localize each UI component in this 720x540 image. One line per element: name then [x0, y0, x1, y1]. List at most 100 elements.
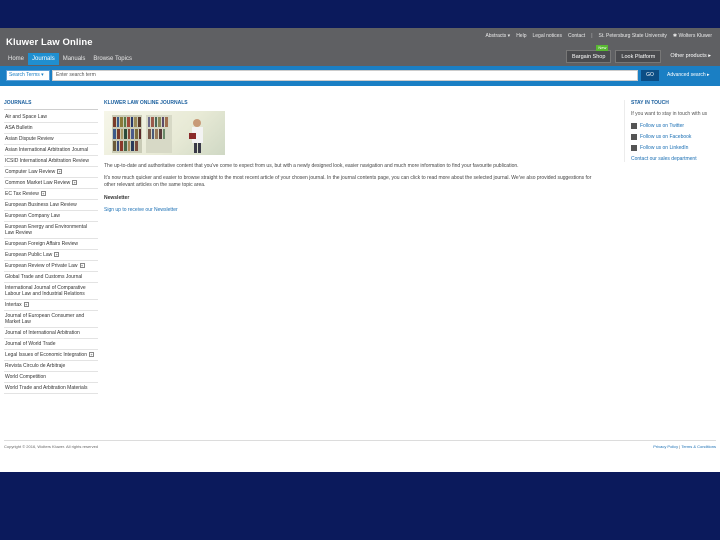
- sidebar-item[interactable]: European Business Law Review: [4, 200, 98, 211]
- expand-plus-icon[interactable]: +: [54, 252, 60, 258]
- bargain-shop-button[interactable]: New Bargain Shop: [566, 45, 612, 63]
- institution-name: St. Petersburg State University: [598, 33, 667, 39]
- sidebar-item[interactable]: Air and Space Law: [4, 112, 98, 123]
- tab-home[interactable]: Home: [4, 53, 28, 65]
- sidebar-item[interactable]: Asian International Arbitration Journal: [4, 145, 98, 156]
- sidebar-item[interactable]: European Energy and Environmental Law Re…: [4, 222, 98, 239]
- tab-browse-topics[interactable]: Browse Topics: [89, 53, 136, 65]
- copyright-text: Copyright © 2016, Wolters Kluwer. All ri…: [4, 444, 99, 449]
- go-button[interactable]: GO: [641, 70, 659, 81]
- newsletter-signup-link[interactable]: Sign up to receive our Newsletter: [104, 207, 604, 213]
- header-tools: New Bargain Shop Look Platform Other pro…: [566, 45, 716, 63]
- sidebar-item-label: Global Trade and Customs Journal: [5, 274, 83, 280]
- sidebar-item-label: Legal Issues of Economic Integration: [5, 352, 87, 358]
- privacy-link[interactable]: Privacy Policy: [653, 444, 678, 449]
- sidebar-item[interactable]: Journal of World Trade: [4, 339, 98, 350]
- publisher-logo-text: Wolters Kluwer: [678, 33, 712, 39]
- stay-in-touch-text: If you want to stay in touch with us: [631, 111, 708, 117]
- features-paragraph: It's now much quicker and easier to brow…: [104, 175, 592, 188]
- sidebar-item[interactable]: European Company Law: [4, 211, 98, 222]
- footer-links: Privacy Policy | Terms & Conditions: [653, 444, 716, 449]
- journal-list: Air and Space Law ASA Bulletin Asian Dispu…: [4, 112, 98, 394]
- sidebar-item[interactable]: Journal of European Consumer and Market …: [4, 311, 98, 328]
- contact-sales-link[interactable]: Contact our sales department: [631, 156, 718, 162]
- sidebar-item-label: ICSID International Arbitration Review: [5, 158, 89, 164]
- expand-plus-icon[interactable]: +: [40, 191, 46, 197]
- search-scope-select[interactable]: Search Terms ▾: [6, 70, 50, 81]
- new-badge: New: [596, 45, 609, 51]
- sidebar-item-label: European Public Law: [5, 252, 53, 258]
- util-legal[interactable]: Legal notices: [532, 33, 561, 39]
- sidebar-item[interactable]: European Public Law +: [4, 250, 98, 261]
- sidebar-item-label: European Review of Private Law: [5, 263, 78, 269]
- sidebar-item-label: European Company Law: [5, 213, 61, 219]
- terms-link[interactable]: Terms & Conditions: [681, 444, 716, 449]
- expand-plus-icon[interactable]: +: [89, 352, 94, 358]
- sidebar-item[interactable]: ICSID International Arbitration Review: [4, 156, 98, 167]
- sidebar-item[interactable]: EC Tax Review +: [4, 189, 98, 200]
- sidebar-item[interactable]: World Trade and Arbitration Materials: [4, 383, 98, 394]
- stay-in-touch-panel: STAY IN TOUCH If you want to stay in tou…: [624, 100, 718, 162]
- utility-links: Abstracts ▾ Help Legal notices Contact |…: [485, 33, 712, 39]
- sidebar-item[interactable]: European Foreign Affairs Review: [4, 239, 98, 250]
- library-illustration: [112, 115, 203, 153]
- main-nav: Home Journals Manuals Browse Topics: [4, 53, 136, 65]
- sidebar-item-label: Common Market Law Review: [5, 180, 71, 186]
- hero-image: [104, 111, 225, 155]
- stay-in-touch-title: STAY IN TOUCH: [631, 100, 669, 106]
- sidebar-item[interactable]: Computer Law Review +: [4, 167, 98, 178]
- site-logo[interactable]: Kluwer Law Online: [6, 37, 93, 48]
- sidebar-item-label: Air and Space Law: [5, 114, 47, 120]
- util-help[interactable]: Help: [516, 33, 526, 39]
- sidebar-item[interactable]: Common Market Law Review +: [4, 178, 98, 189]
- tab-journals[interactable]: Journals: [28, 53, 59, 65]
- sidebar-item[interactable]: Asian Dispute Review: [4, 134, 98, 145]
- expand-plus-icon[interactable]: +: [57, 169, 63, 175]
- sidebar-item[interactable]: International Journal of Comparative Lab…: [4, 283, 98, 300]
- sidebar-item-label: Computer Law Review: [5, 169, 56, 175]
- twitter-icon: [631, 123, 637, 129]
- social-linkedin[interactable]: Follow us on LinkedIn: [631, 145, 718, 151]
- bargain-shop-label: Bargain Shop: [572, 54, 606, 60]
- sidebar-item-label: Intertax: [5, 302, 22, 308]
- expand-plus-icon[interactable]: +: [79, 263, 85, 269]
- linkedin-link[interactable]: Follow us on LinkedIn: [640, 145, 688, 151]
- search-bar: Search Terms ▾ Enter search term GO Adva…: [0, 66, 720, 86]
- social-facebook[interactable]: Follow us on Facebook: [631, 134, 718, 140]
- expand-plus-icon[interactable]: +: [72, 180, 78, 186]
- publisher-logo: ✱ Wolters Kluwer: [672, 33, 712, 39]
- sidebar-item[interactable]: ASA Bulletin: [4, 123, 98, 134]
- expand-plus-icon[interactable]: +: [23, 302, 29, 308]
- search-input[interactable]: Enter search term: [52, 70, 638, 81]
- tab-manuals[interactable]: Manuals: [59, 53, 90, 65]
- sidebar-item[interactable]: European Review of Private Law +: [4, 261, 98, 272]
- sidebar-item-label: European Foreign Affairs Review: [5, 241, 79, 247]
- sidebar-item-label: Asian International Arbitration Journal: [5, 147, 89, 153]
- sidebar-item[interactable]: Legal Issues of Economic Integration +: [4, 350, 98, 361]
- sidebar-title: JOURNALS: [4, 100, 98, 110]
- page-title: KLUWER LAW ONLINE JOURNALS: [104, 100, 188, 106]
- intro-paragraph: The up-to-date and authoritative content…: [104, 163, 519, 169]
- other-products-link[interactable]: Other products ▸: [665, 50, 716, 63]
- top-header: Kluwer Law Online Home Journals Manuals …: [0, 28, 720, 66]
- linkedin-icon: [631, 145, 637, 151]
- sidebar-item-label: World Competition: [5, 374, 47, 380]
- sidebar-item-label: European Energy and Environmental Law Re…: [5, 224, 87, 236]
- browser-page: Kluwer Law Online Home Journals Manuals …: [0, 28, 720, 472]
- sidebar-item[interactable]: Journal of International Arbitration: [4, 328, 98, 339]
- sidebar-item-label: World Trade and Arbitration Materials: [5, 385, 88, 391]
- sidebar-item[interactable]: Global Trade and Customs Journal: [4, 272, 98, 283]
- sidebar-item[interactable]: World Competition: [4, 372, 98, 383]
- sidebar-item-label: International Journal of Comparative Lab…: [5, 285, 86, 297]
- util-abstracts[interactable]: Abstracts ▾: [485, 33, 510, 39]
- sidebar-item-label: Journal of European Consumer and Market …: [5, 313, 85, 325]
- sidebar-item[interactable]: Intertax +: [4, 300, 98, 311]
- look-platform-button[interactable]: Look Platform: [615, 50, 662, 63]
- sidebar-item-label: Journal of International Arbitration: [5, 330, 80, 336]
- sidebar-item[interactable]: Revista Circulo de Arbitraje: [4, 361, 98, 372]
- util-contact[interactable]: Contact: [568, 33, 585, 39]
- advanced-search-link[interactable]: Advanced search ▸: [667, 72, 710, 78]
- facebook-link[interactable]: Follow us on Facebook: [640, 134, 691, 140]
- social-twitter[interactable]: Follow us on Twitter: [631, 123, 718, 129]
- twitter-link[interactable]: Follow us on Twitter: [640, 123, 684, 129]
